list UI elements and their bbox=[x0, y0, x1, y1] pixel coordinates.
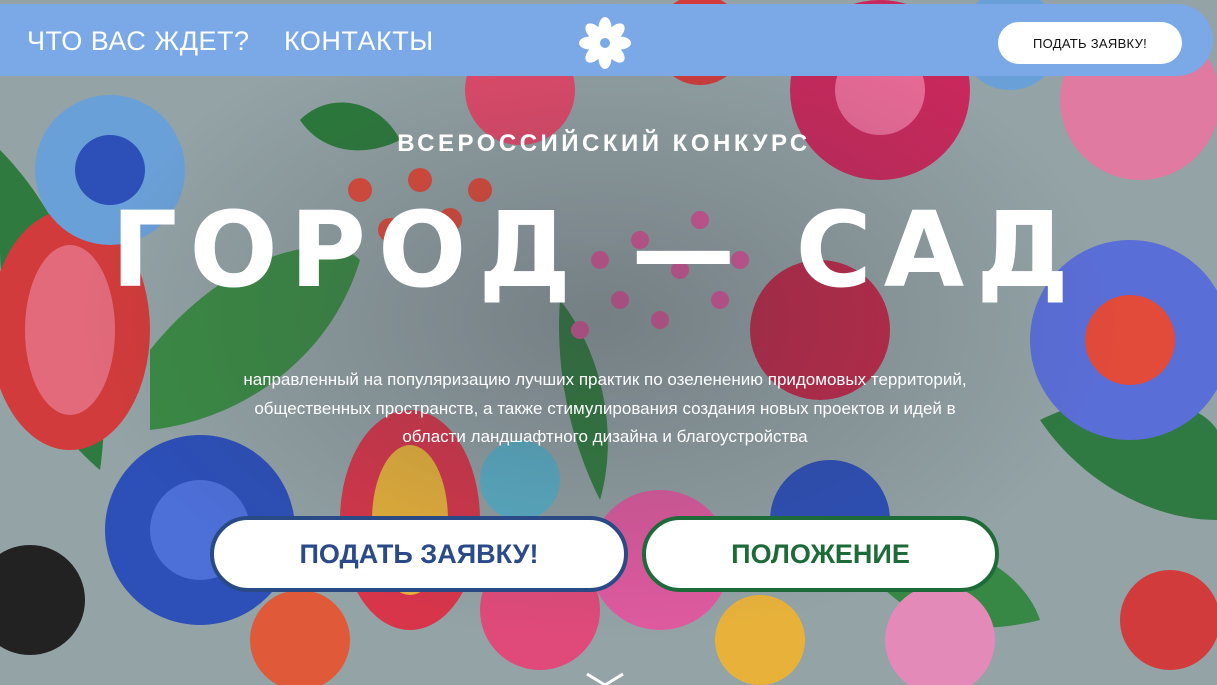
contest-kicker: ВСЕРОССИЙСКИЙ КОНКУРС bbox=[397, 130, 811, 157]
daisy-flower-icon[interactable] bbox=[574, 16, 636, 70]
landing-page: ЧТО ВАС ЖДЕТ? КОНТАКТЫ ПОДАТЬ ЗАЯВКУ! ВС… bbox=[0, 0, 1217, 685]
apply-button[interactable]: ПОДАТЬ ЗАЯВКУ! bbox=[210, 516, 628, 592]
header-apply-button[interactable]: ПОДАТЬ ЗАЯВКУ! bbox=[998, 22, 1182, 64]
page-title: ГОРОД — САД bbox=[111, 189, 1081, 311]
top-navigation-bar: ЧТО ВАС ЖДЕТ? КОНТАКТЫ ПОДАТЬ ЗАЯВКУ! bbox=[0, 4, 1213, 76]
contest-description: направленный на популяризацию лучших пра… bbox=[243, 370, 967, 446]
chevron-down-icon[interactable] bbox=[583, 672, 627, 685]
nav-link-what-awaits[interactable]: ЧТО ВАС ЖДЕТ? bbox=[27, 26, 250, 57]
regulations-button[interactable]: ПОЛОЖЕНИЕ bbox=[642, 516, 999, 592]
nav-link-contacts[interactable]: КОНТАКТЫ bbox=[284, 26, 434, 57]
